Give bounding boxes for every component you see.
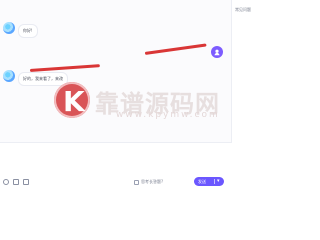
assistant-avatar-icon — [3, 22, 15, 34]
hint-checkbox-icon[interactable] — [134, 179, 139, 185]
emoji-icon[interactable] — [3, 179, 9, 185]
app-window: 你好! 好的，我来看了，来改 K 靠谱源码网 www.kpymw.com 思考长… — [0, 0, 300, 200]
message-bubble: 你好! — [18, 24, 38, 38]
image-icon[interactable] — [13, 179, 19, 185]
assistant-avatar-icon — [3, 70, 15, 82]
user-avatar-icon — [211, 46, 223, 58]
composer-hint[interactable]: 思考长答题? — [134, 179, 163, 185]
right-panel-title: 常见问题 — [235, 7, 251, 12]
hint-text: 思考长答题? — [141, 179, 164, 184]
watermark-url: www.kpymw.com — [116, 110, 220, 120]
watermark-logo-letter: K — [63, 85, 85, 118]
watermark-logo: K — [54, 82, 90, 118]
message-text: 好的，我来看了，来改 — [23, 76, 63, 81]
send-divider — [214, 179, 215, 184]
right-panel: 常见问题 — [232, 0, 300, 200]
chat-area: 你好! 好的，我来看了，来改 K 靠谱源码网 www.kpymw.com 思考长… — [0, 0, 232, 200]
mic-icon[interactable] — [23, 179, 29, 185]
redaction-mark — [29, 64, 100, 72]
composer-tools — [3, 179, 29, 185]
watermark: K 靠谱源码网 www.kpymw.com — [54, 82, 254, 122]
send-button[interactable]: 发送 ▾ — [194, 177, 224, 186]
message-text: 你好! — [23, 28, 33, 33]
redaction-mark — [144, 43, 207, 55]
chevron-down-icon[interactable]: ▾ — [217, 178, 220, 184]
message-composer[interactable]: 思考长答题? 发送 ▾ — [0, 142, 232, 200]
send-label: 发送 — [198, 178, 206, 184]
